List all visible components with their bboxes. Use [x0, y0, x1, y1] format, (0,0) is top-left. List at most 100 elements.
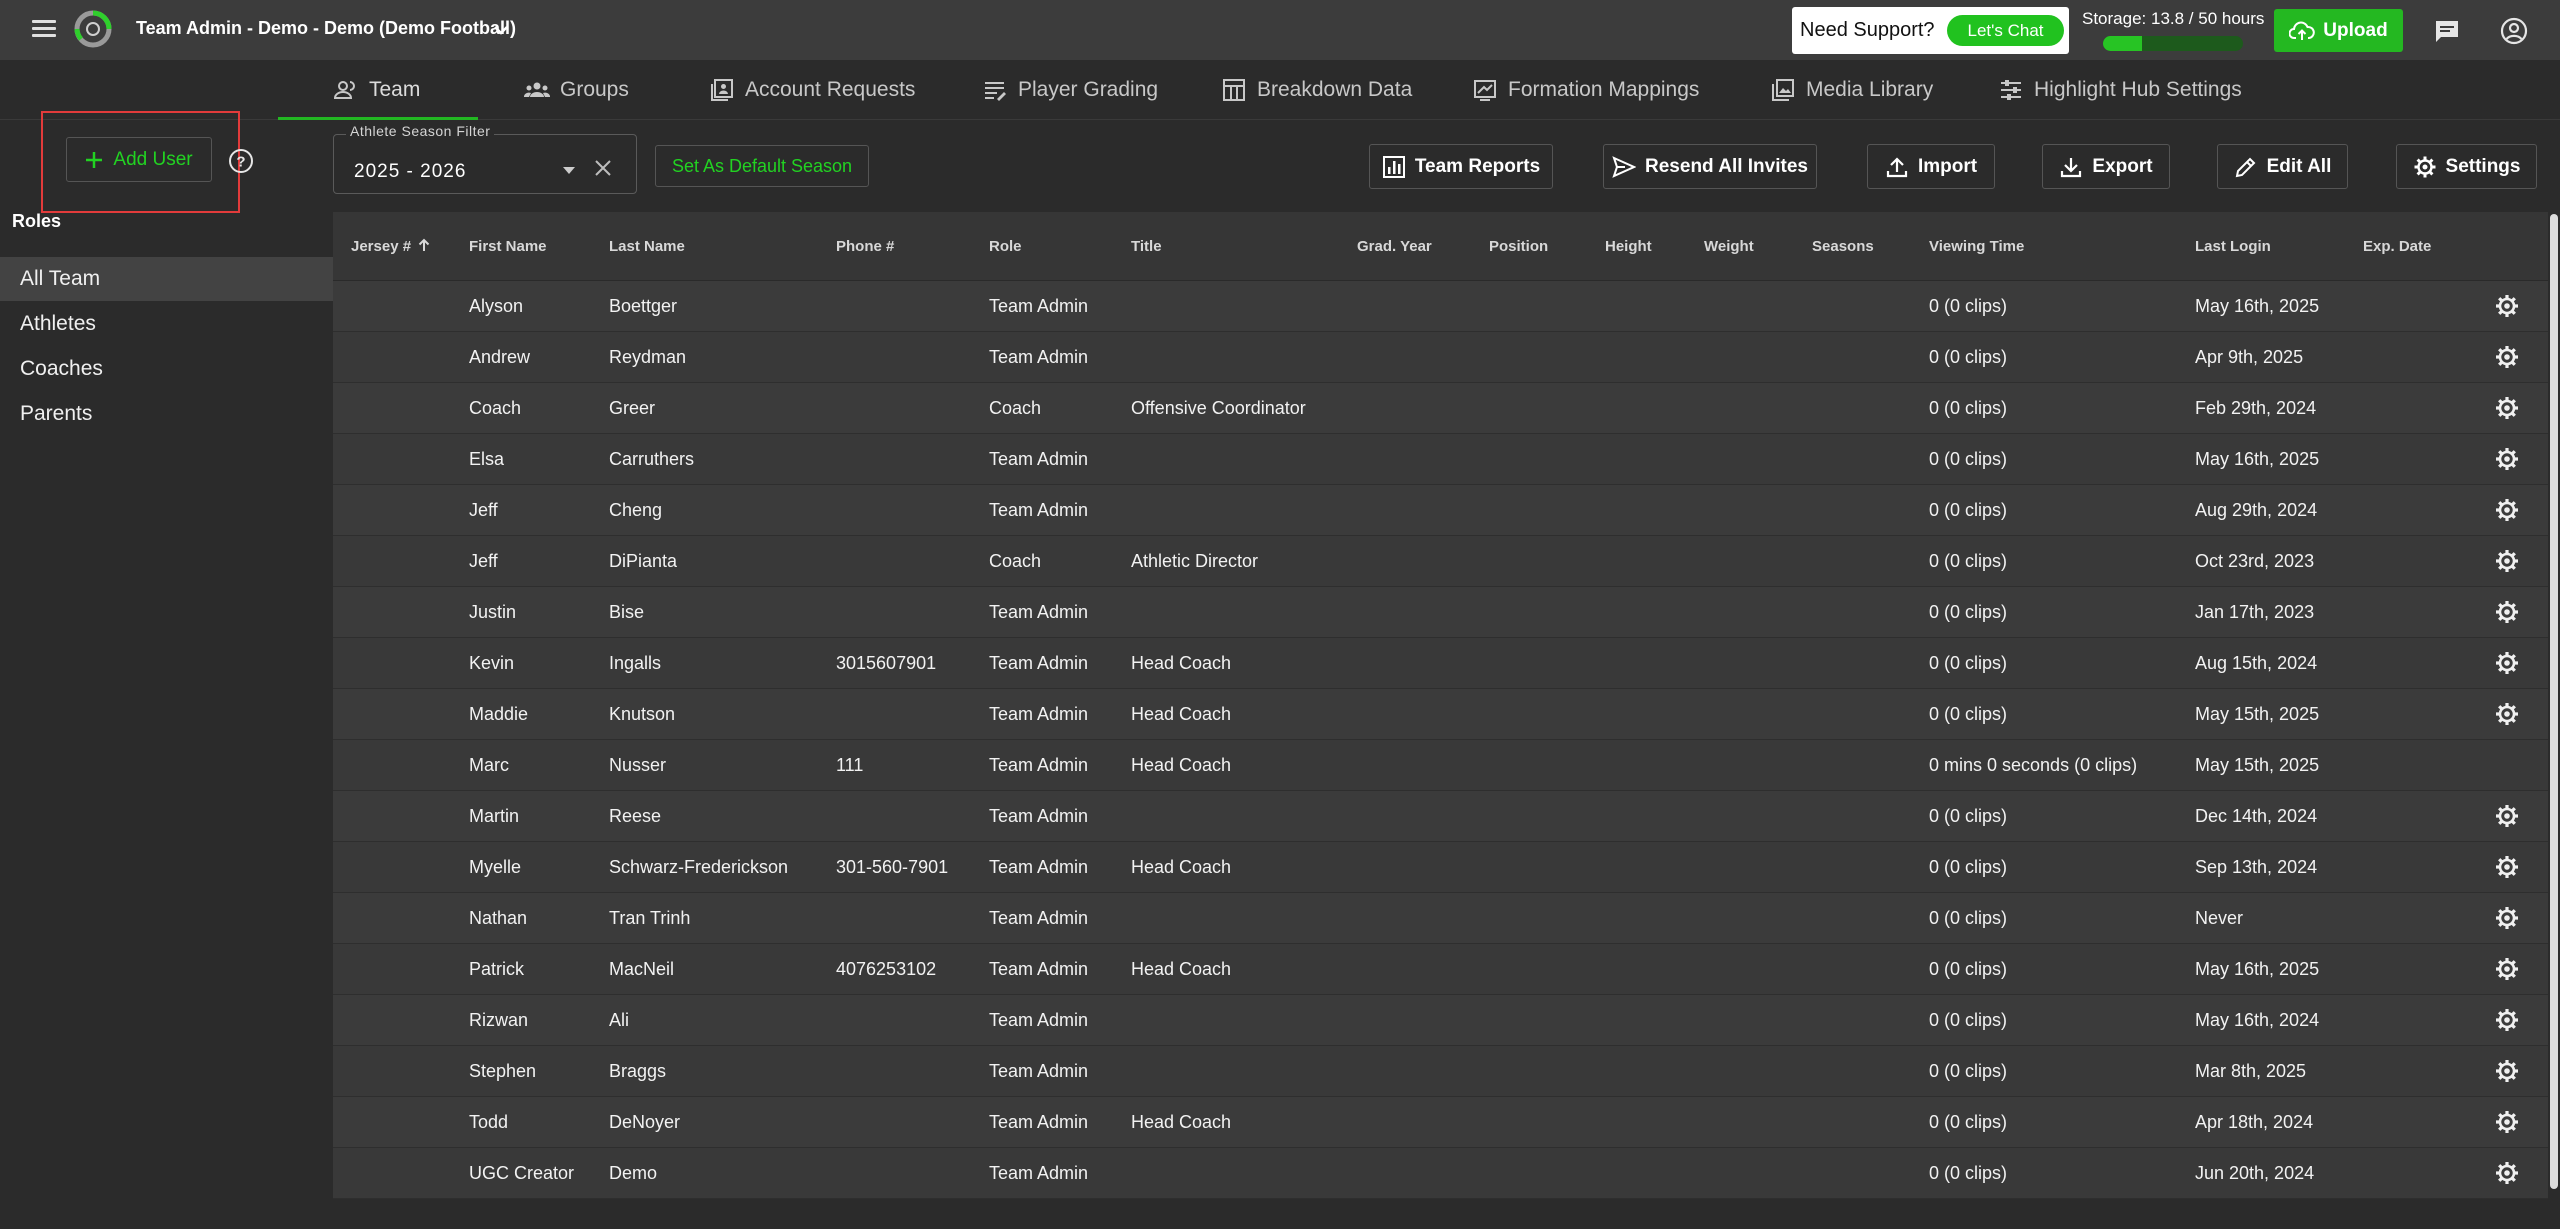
team-icon [333, 81, 355, 99]
account-circle-icon[interactable] [2500, 17, 2528, 45]
row-gear-icon[interactable] [2494, 1058, 2520, 1084]
tab-team[interactable]: Team [333, 60, 420, 120]
cell-login: Jun 20th, 2024 [2195, 1163, 2315, 1183]
tab-label: Breakdown Data [1257, 78, 1413, 101]
cell-viewing: 0 (0 clips) [1929, 959, 2008, 979]
table-row[interactable]: Andrew Reydman Team Admin 0 (0 clips) Apr 9t… [333, 332, 2548, 383]
row-gear-icon[interactable] [2494, 803, 2520, 829]
table-row[interactable]: Coach Greer Coach Offensive Coordinator 0 (0… [333, 383, 2548, 434]
column-header-height[interactable]: Height [1605, 238, 1652, 255]
row-gear-icon[interactable] [2494, 293, 2520, 319]
cell-login: Never [2195, 908, 2244, 928]
tab-breakdown-data[interactable]: Breakdown Data [1221, 60, 1412, 120]
role-item-athletes[interactable]: Athletes [0, 302, 333, 346]
table-row[interactable]: Todd DeNoyer Team Admin Head Coach 0 (0 clip… [333, 1097, 2548, 1148]
table-row[interactable]: Justin Bise Team Admin 0 (0 clips) Jan 17th,… [333, 587, 2548, 638]
row-gear-icon[interactable] [2494, 905, 2520, 931]
edit-all-button[interactable]: Edit All [2217, 144, 2348, 189]
help-icon[interactable]: ? [228, 148, 254, 174]
row-gear-icon[interactable] [2494, 1109, 2520, 1135]
column-header-grad-year[interactable]: Grad. Year [1357, 238, 1432, 255]
column-header-phone[interactable]: Phone # [836, 238, 894, 255]
svg-text:?: ? [236, 154, 245, 171]
column-header-label: Exp. Date [2363, 238, 2432, 255]
cell-role: Team Admin [989, 755, 1089, 775]
row-gear-icon[interactable] [2494, 599, 2520, 625]
row-gear-icon[interactable] [2494, 497, 2520, 523]
table-row[interactable]: Alyson Boettger Team Admin 0 (0 clips) May 1… [333, 281, 2548, 332]
table-row[interactable]: Maddie Knutson Team Admin Head Coach 0 (0 cl… [333, 689, 2548, 740]
table-row[interactable]: Marc Nusser 111 Team Admin Head Coach 0 mins … [333, 740, 2548, 791]
tab-formation-mappings[interactable]: Formation Mappings [1472, 60, 1699, 120]
row-gear-icon[interactable] [2494, 701, 2520, 727]
row-gear-icon[interactable] [2494, 548, 2520, 574]
role-item-all-team[interactable]: All Team [0, 257, 333, 301]
sort-ascending-icon[interactable] [417, 238, 431, 252]
cell-last: Reese [609, 806, 662, 826]
table-row[interactable]: Nathan Tran Trinh Team Admin 0 (0 clips) Nev… [333, 893, 2548, 944]
team-title[interactable]: Team Admin - Demo - Demo (Demo Football) [136, 18, 516, 39]
team-reports-button[interactable]: Team Reports [1369, 144, 1553, 189]
settings-button[interactable]: Settings [2396, 144, 2537, 189]
chevron-down-icon[interactable] [491, 20, 511, 40]
row-gear-icon[interactable] [2494, 446, 2520, 472]
tab-account-requests[interactable]: Account Requests [709, 60, 915, 120]
cell-first: Nathan [469, 908, 528, 928]
lets-chat-button[interactable]: Let's Chat [1947, 15, 2064, 46]
scrollbar-thumb[interactable] [2550, 214, 2558, 1189]
role-item-coaches[interactable]: Coaches [0, 347, 333, 391]
column-header-last-login[interactable]: Last Login [2195, 238, 2271, 255]
dropdown-caret-icon[interactable] [563, 167, 575, 174]
cell-last: Ingalls [609, 653, 662, 673]
column-header-exp-date[interactable]: Exp. Date [2363, 238, 2431, 255]
hamburger-menu-icon[interactable] [26, 16, 64, 46]
row-gear-icon[interactable] [2494, 1160, 2520, 1186]
column-header-first-name[interactable]: First Name [469, 238, 547, 255]
table-row[interactable]: Patrick MacNeil 4076253102 Team Admin Head C… [333, 944, 2548, 995]
season-filter-select[interactable]: Athlete Season Filter 2025 - 2026 [333, 123, 637, 194]
tab-highlight-hub-settings[interactable]: Highlight Hub Settings [1998, 60, 2242, 120]
tab-media-library[interactable]: Media Library [1770, 60, 1933, 120]
row-gear-icon[interactable] [2494, 395, 2520, 421]
table-header: Jersey # First Name Last Name Phone # Role Ti… [333, 212, 2548, 281]
scrollbar[interactable] [2548, 212, 2560, 1194]
table-row[interactable]: Kevin Ingalls 3015607901 Team Admin Head Coa… [333, 638, 2548, 689]
row-gear-icon[interactable] [2494, 956, 2520, 982]
tab-groups[interactable]: Groups [524, 60, 629, 120]
column-header-last-name[interactable]: Last Name [609, 238, 685, 255]
cell-title: Head Coach [1131, 755, 1232, 775]
upload-button[interactable]: Upload [2274, 9, 2403, 52]
role-item-parents[interactable]: Parents [0, 392, 333, 436]
table-row[interactable]: Elsa Carruthers Team Admin 0 (0 clips) May 1… [333, 434, 2548, 485]
row-gear-icon[interactable] [2494, 650, 2520, 676]
table-row[interactable]: Rizwan Ali Team Admin 0 (0 clips) May 16th, … [333, 995, 2548, 1046]
column-header-role[interactable]: Role [989, 238, 1022, 255]
table-row[interactable]: UGC Creator Demo Team Admin 0 (0 clips) Jun … [333, 1148, 2548, 1199]
column-header-position[interactable]: Position [1489, 238, 1548, 255]
column-header-seasons[interactable]: Seasons [1812, 238, 1874, 255]
table-row[interactable]: Jeff Cheng Team Admin 0 (0 clips) Aug 29th, … [333, 485, 2548, 536]
cell-login: May 16th, 2024 [2195, 1010, 2320, 1030]
app-logo[interactable] [73, 9, 113, 49]
chat-icon[interactable] [2433, 18, 2461, 44]
upload-label: Upload [2323, 19, 2388, 41]
column-header-weight[interactable]: Weight [1704, 238, 1754, 255]
row-gear-icon[interactable] [2494, 854, 2520, 880]
table-row[interactable]: Martin Reese Team Admin 0 (0 clips) Dec 14th… [333, 791, 2548, 842]
active-tab-indicator [278, 117, 478, 120]
table-row[interactable]: Myelle Schwarz-Frederickson 301-560-7901 Te… [333, 842, 2548, 893]
row-gear-icon[interactable] [2494, 344, 2520, 370]
table-row[interactable]: Jeff DiPianta Coach Athletic Director 0 (0 c… [333, 536, 2548, 587]
column-header-jersey[interactable]: Jersey # [351, 238, 431, 255]
import-button[interactable]: Import [1867, 144, 1995, 189]
row-gear-icon[interactable] [2494, 1007, 2520, 1033]
set-default-season-button[interactable]: Set As Default Season [655, 145, 869, 187]
export-button[interactable]: Export [2042, 144, 2170, 189]
cell-first: Elsa [469, 449, 505, 469]
table-row[interactable]: Stephen Braggs Team Admin 0 (0 clips) Mar 8t… [333, 1046, 2548, 1097]
column-header-title[interactable]: Title [1131, 238, 1162, 255]
clear-icon[interactable] [592, 157, 614, 179]
column-header-viewing-time[interactable]: Viewing Time [1929, 238, 2024, 255]
resend-all-invites-button[interactable]: Resend All Invites [1603, 144, 1817, 189]
tab-player-grading[interactable]: Player Grading [982, 60, 1158, 120]
